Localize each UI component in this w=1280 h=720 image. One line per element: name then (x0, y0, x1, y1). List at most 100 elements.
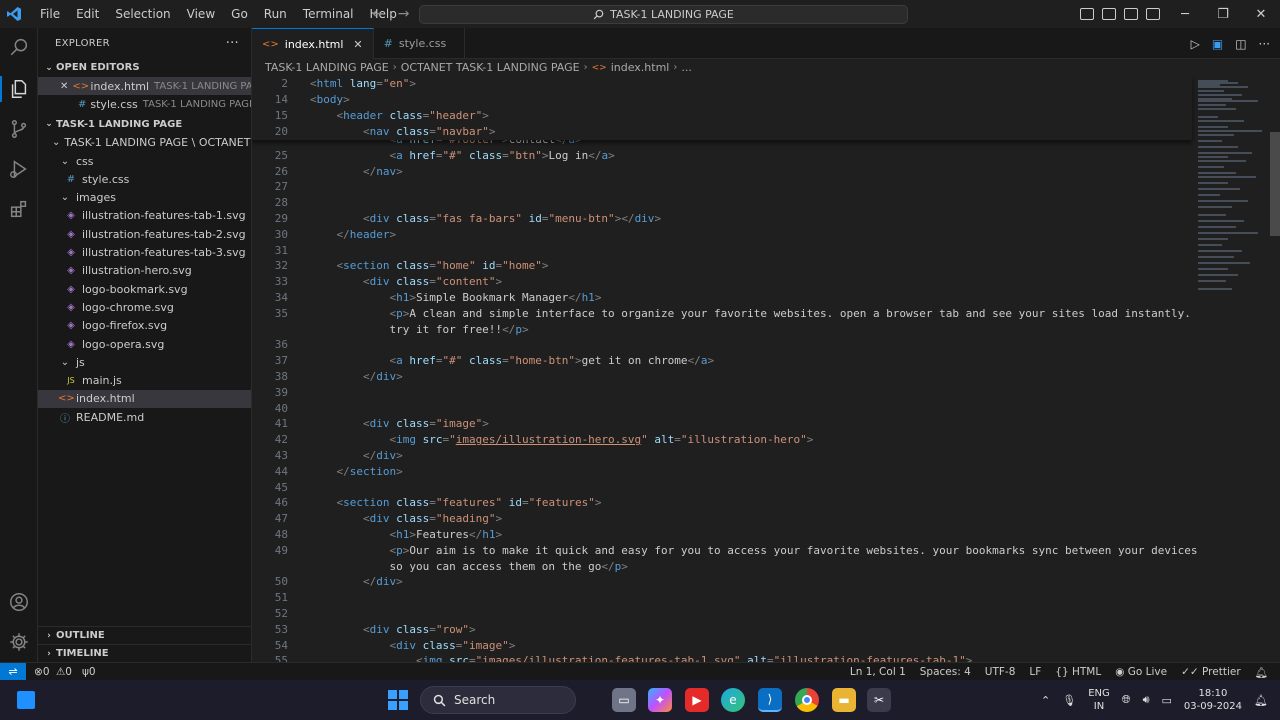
tree-file[interactable]: ◈ illustration-features-tab-3.svg (38, 243, 251, 261)
code-line[interactable]: 31 (252, 243, 1192, 259)
code-line[interactable]: 27 (252, 179, 1192, 195)
vscode-taskbar-icon[interactable]: ⟩ (758, 688, 782, 712)
edge-browser-icon[interactable]: e (721, 688, 745, 712)
code-line[interactable]: 15 <header class="header"> (252, 108, 1192, 124)
code-line[interactable]: 52 (252, 606, 1192, 622)
restore-icon[interactable]: ❐ (1204, 7, 1242, 22)
search-view-icon[interactable] (0, 28, 38, 66)
toggle-panel-icon[interactable] (1102, 8, 1116, 20)
close-tab-icon[interactable]: ✕ (353, 38, 362, 51)
settings-gear-icon[interactable] (0, 623, 38, 661)
code-line[interactable]: 41 <div class="image"> (252, 416, 1192, 432)
code-line[interactable]: 2 <html lang="en"> (252, 76, 1192, 92)
remote-indicator-icon[interactable]: ⇌ (0, 662, 26, 681)
taskbar-search-box[interactable]: Search (420, 686, 576, 714)
code-line[interactable]: 45 (252, 480, 1192, 496)
code-line[interactable]: try it for free!!</p> (252, 322, 1192, 338)
speaker-icon[interactable]: 🔊︎ (1143, 693, 1150, 707)
ports-indicator[interactable]: ψ0 (82, 666, 96, 678)
more-actions-icon[interactable]: ··· (226, 36, 239, 51)
file-explorer-icon[interactable]: ▬ (832, 688, 856, 712)
encoding[interactable]: UTF-8 (985, 666, 1016, 678)
code-line[interactable]: 30 </header> (252, 227, 1192, 243)
close-window-icon[interactable]: ✕ (1242, 7, 1280, 22)
code-line[interactable]: 42 <img src="images/illustration-hero.sv… (252, 432, 1192, 448)
code-line[interactable]: 46 <section class="features" id="feature… (252, 495, 1192, 511)
code-line[interactable]: 54 <div class="image"> (252, 638, 1192, 654)
toggle-primary-sidebar-icon[interactable] (1080, 8, 1094, 20)
go-live-button[interactable]: ◉ Go Live (1115, 666, 1167, 678)
extensions-icon[interactable] (0, 190, 38, 228)
breadcrumb-item[interactable]: ... (681, 61, 692, 74)
chrome-browser-icon[interactable] (795, 688, 819, 712)
open-editors-section[interactable]: ⌄ OPEN EDITORS (38, 58, 251, 77)
menu-selection[interactable]: Selection (107, 0, 178, 28)
code-line[interactable]: 35 <p>A clean and simple interface to or… (252, 306, 1192, 322)
code-line[interactable]: 14 <body> (252, 92, 1192, 108)
run-icon[interactable]: ▷ (1191, 37, 1200, 51)
code-line[interactable]: 26 </nav> (252, 164, 1192, 180)
code-line[interactable]: 40 (252, 401, 1192, 417)
tree-file[interactable]: ⓘ README.md (38, 408, 251, 426)
live-preview-icon[interactable]: ▣ (1212, 37, 1223, 51)
widgets-icon[interactable] (16, 690, 36, 710)
indentation[interactable]: Spaces: 4 (920, 666, 971, 678)
line-ending[interactable]: LF (1029, 666, 1041, 678)
tab-index-html[interactable]: <> index.html ✕ (252, 28, 374, 59)
code-line[interactable]: 32 <section class="home" id="home"> (252, 258, 1192, 274)
code-line[interactable]: 29 <div class="fas fa-bars" id="menu-btn… (252, 211, 1192, 227)
back-arrow-icon[interactable]: ← (372, 6, 384, 22)
windows-start-icon[interactable] (388, 690, 408, 710)
split-editor-icon[interactable]: ◫ (1235, 37, 1246, 51)
code-line[interactable]: so you can access them on the go</p> (252, 559, 1192, 575)
accounts-icon[interactable] (0, 583, 38, 621)
network-globe-icon[interactable]: 🌐︎ (1122, 693, 1131, 707)
code-editor[interactable]: <a href="#footer">contact</a>25 <a href=… (252, 76, 1280, 662)
chevron-up-icon[interactable]: ⌃ (1041, 694, 1050, 707)
timeline-section[interactable]: › TIMELINE (38, 644, 251, 662)
tree-file[interactable]: ◈ illustration-features-tab-1.svg (38, 207, 251, 225)
tree-file[interactable]: # style.css (38, 170, 251, 188)
code-line[interactable]: 50 </div> (252, 574, 1192, 590)
code-line[interactable]: 38 </div> (252, 369, 1192, 385)
tab-style-css[interactable]: # style.css (374, 28, 466, 59)
workspace-section[interactable]: ⌄ TASK-1 LANDING PAGE (38, 115, 251, 134)
tree-root-folder[interactable]: ⌄ TASK-1 LANDING PAGE \ OCTANET T... (38, 134, 251, 152)
battery-icon[interactable]: ▭ (1162, 694, 1172, 707)
microphone-icon[interactable]: 🎙︎ (1062, 694, 1076, 707)
input-language[interactable]: ENG IN (1088, 687, 1110, 713)
menu-go[interactable]: Go (223, 0, 256, 28)
code-line[interactable]: 43 </div> (252, 448, 1192, 464)
code-line[interactable]: 20 <nav class="navbar"> (252, 124, 1192, 140)
tree-file[interactable]: ◈ logo-chrome.svg (38, 298, 251, 316)
copilot-icon[interactable]: ✦ (648, 688, 672, 712)
menu-run[interactable]: Run (256, 0, 295, 28)
code-line[interactable]: 55 <img src="images/illustration-feature… (252, 653, 1192, 662)
tree-file[interactable]: ◈ illustration-hero.svg (38, 262, 251, 280)
code-line[interactable]: 51 (252, 590, 1192, 606)
code-line[interactable]: 37 <a href="#" class="home-btn">get it o… (252, 353, 1192, 369)
sticky-scroll[interactable]: 2 <html lang="en"> 14 <body> 15 <header clas… (252, 76, 1192, 140)
toggle-secondary-sidebar-icon[interactable] (1124, 8, 1138, 20)
tree-file[interactable]: ◈ illustration-features-tab-2.svg (38, 225, 251, 243)
forward-arrow-icon[interactable]: → (398, 6, 410, 22)
tree-file[interactable]: <> index.html (38, 389, 251, 409)
menu-file[interactable]: File (32, 0, 68, 28)
prettier-button[interactable]: ✓✓ Prettier (1181, 666, 1241, 678)
task-view-icon[interactable]: ▭ (612, 688, 636, 712)
notifications-bell-icon[interactable]: 🔔︎ (1255, 666, 1268, 679)
menu-terminal[interactable]: Terminal (295, 0, 362, 28)
close-icon[interactable]: ✕ (60, 81, 68, 92)
breadcrumb-item[interactable]: OCTANET TASK-1 LANDING PAGE (401, 61, 580, 74)
code-line[interactable]: 47 <div class="heading"> (252, 511, 1192, 527)
tree-file[interactable]: JS main.js (38, 371, 251, 389)
youtube-icon[interactable]: ▶ (685, 688, 709, 712)
minimize-icon[interactable]: ─ (1166, 7, 1204, 22)
tree-folder[interactable]: ⌄ css (38, 152, 251, 170)
code-line[interactable]: 34 <h1>Simple Bookmark Manager</h1> (252, 290, 1192, 306)
more-actions-icon[interactable]: ··· (1259, 37, 1270, 51)
command-center[interactable]: TASK-1 LANDING PAGE (419, 5, 908, 24)
menu-view[interactable]: View (179, 0, 223, 28)
code-line[interactable]: 28 (252, 195, 1192, 211)
vertical-scrollbar[interactable] (1270, 76, 1280, 662)
